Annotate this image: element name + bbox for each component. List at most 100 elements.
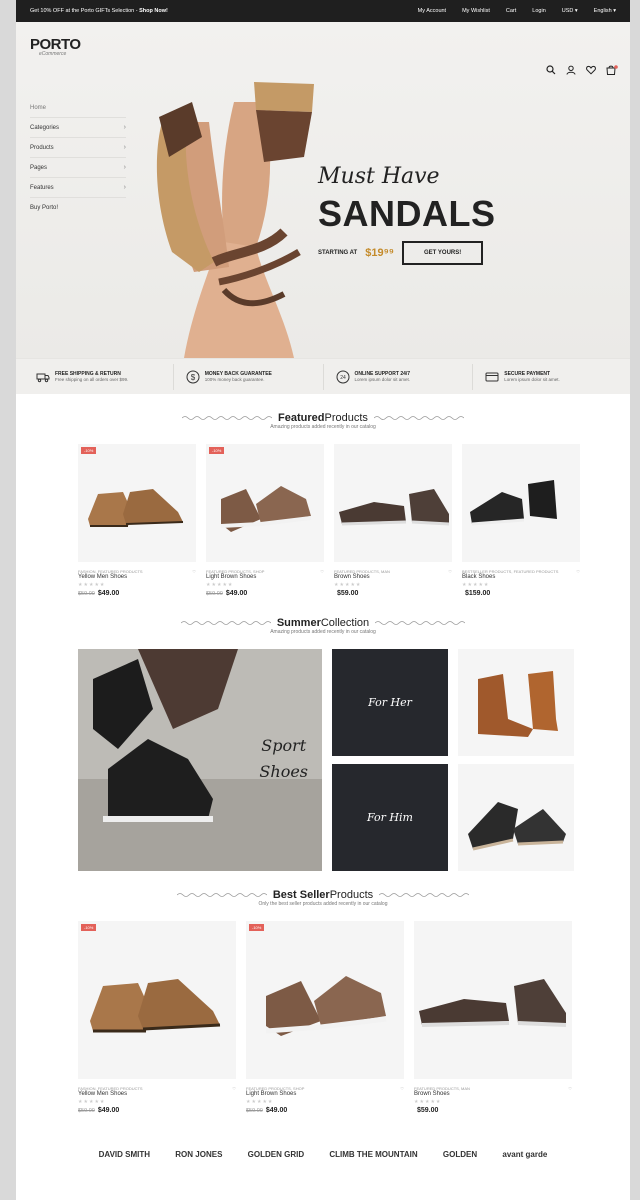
product-image[interactable]: -10% bbox=[78, 444, 196, 562]
product-name[interactable]: Brown Shoes bbox=[334, 574, 452, 580]
login-link[interactable]: Login bbox=[532, 8, 545, 14]
svg-text:24: 24 bbox=[340, 375, 346, 381]
product-card[interactable]: FEATURED PRODUCTS, MAN ♡ Brown Shoes ★★★★… bbox=[414, 921, 572, 1114]
heart-icon[interactable] bbox=[586, 62, 596, 75]
heart-icon[interactable]: ♡ bbox=[448, 569, 452, 574]
feature-secure-payment: SECURE PAYMENT Lorem ipsum dolor sit amet… bbox=[473, 364, 622, 390]
heart-icon[interactable]: ♡ bbox=[320, 569, 324, 574]
product-card[interactable]: -10% FASHION, FEATURED PRODUCTS ♡ Yellow … bbox=[78, 444, 196, 597]
product-name[interactable]: Yellow Men Shoes bbox=[78, 574, 196, 580]
menu-label: Pages bbox=[30, 164, 48, 171]
cart-icon[interactable] bbox=[606, 62, 618, 75]
wave-divider bbox=[379, 893, 470, 897]
menu-label: Products bbox=[30, 144, 54, 151]
brand-logo[interactable]: GOLDEN bbox=[443, 1150, 477, 1159]
product-card[interactable]: -10% FEATURED PRODUCTS, SHOP ♡ Light Brow… bbox=[246, 921, 404, 1114]
product-name[interactable]: Light Brown Shoes bbox=[206, 574, 324, 580]
for-him-tile[interactable]: For Him bbox=[332, 764, 448, 871]
brand-logo[interactable]: CLIMB THE MOUNTAIN bbox=[329, 1150, 417, 1159]
rating-stars: ★★★★★ bbox=[462, 582, 490, 588]
old-price: $59.00 bbox=[78, 591, 95, 597]
section-subtitle: Only the best seller products added rece… bbox=[258, 901, 388, 907]
current-price: $49.00 bbox=[97, 1107, 120, 1114]
best-seller-products: -10% FASHION, FEATURED PRODUCTS ♡ Yellow … bbox=[16, 921, 630, 1114]
current-price: $49.00 bbox=[97, 590, 120, 597]
cart-link[interactable]: Cart bbox=[506, 8, 516, 14]
product-card[interactable]: -10% FASHION, FEATURED PRODUCTS ♡ Yellow … bbox=[78, 921, 236, 1114]
hero-cta-row: STARTING AT $19⁹⁹ GET YOURS! bbox=[318, 241, 496, 265]
product-name[interactable]: Brown Shoes bbox=[414, 1091, 572, 1097]
wave-divider bbox=[180, 621, 271, 625]
product-card[interactable]: BESTSELLER PRODUCTS, FEATURED PRODUCTS ♡ … bbox=[462, 444, 580, 597]
shoes-text: Shoes bbox=[259, 761, 308, 781]
brand-logos: DAVID SMITH RON JONES GOLDEN GRID CLIMB … bbox=[16, 1134, 630, 1174]
discount-badge: -10% bbox=[249, 924, 265, 931]
product-image[interactable] bbox=[414, 921, 572, 1079]
product-image[interactable] bbox=[462, 444, 580, 562]
card-icon bbox=[485, 370, 499, 384]
heart-icon[interactable]: ♡ bbox=[400, 1086, 404, 1091]
sport-text: Sport bbox=[261, 736, 307, 755]
product-name[interactable]: Black Shoes bbox=[462, 574, 580, 580]
shop-now-link[interactable]: Shop Now! bbox=[139, 8, 168, 14]
product-image[interactable] bbox=[334, 444, 452, 562]
brand-logo[interactable]: avant garde bbox=[502, 1150, 547, 1159]
starting-at-label: STARTING AT bbox=[318, 250, 358, 256]
get-yours-button[interactable]: GET YOURS! bbox=[402, 241, 484, 265]
heading-bold: Summer bbox=[276, 617, 321, 629]
menu-item-categories[interactable]: Categories › bbox=[30, 118, 126, 138]
summer-collection: Sport Shoes For Her For Him bbox=[16, 649, 630, 871]
product-name[interactable]: Yellow Men Shoes bbox=[78, 1091, 236, 1097]
product-name[interactable]: Light Brown Shoes bbox=[246, 1091, 404, 1097]
product-price: $59.00 bbox=[414, 1107, 572, 1114]
brand-logo[interactable]: RON JONES bbox=[175, 1150, 222, 1159]
summer-right-column bbox=[458, 649, 574, 871]
my-account-link[interactable]: My Account bbox=[418, 8, 446, 14]
product-price: $59.00 $49.00 bbox=[78, 590, 196, 597]
promo-bar: Get 10% OFF at the Porto GIFTs Selection… bbox=[16, 0, 630, 22]
product-card[interactable]: -10% FEATURED PRODUCTS, SHOP ♡ Light Brow… bbox=[206, 444, 324, 597]
menu-label: Categories bbox=[30, 124, 60, 131]
product-image[interactable]: -10% bbox=[206, 444, 324, 562]
women-boots-tile[interactable] bbox=[458, 649, 574, 756]
feature-sub: Free shipping on all orders over $99. bbox=[55, 377, 129, 382]
for-her-tile[interactable]: For Her bbox=[332, 649, 448, 756]
current-price: $49.00 bbox=[265, 1107, 288, 1114]
my-wishlist-link[interactable]: My Wishlist bbox=[462, 8, 490, 14]
menu-item-buy-porto[interactable]: Buy Porto! bbox=[30, 198, 126, 218]
product-image[interactable]: -10% bbox=[246, 921, 404, 1079]
men-shoes-tile[interactable] bbox=[458, 764, 574, 871]
currency-select[interactable]: USD ▾ bbox=[562, 8, 578, 14]
rating-stars: ★★★★★ bbox=[334, 582, 362, 588]
product-card[interactable]: FEATURED PRODUCTS, MAN ♡ Brown Shoes ★★★★… bbox=[334, 444, 452, 597]
menu-item-features[interactable]: Features › bbox=[30, 178, 126, 198]
summer-middle-column: For Her For Him bbox=[332, 649, 448, 871]
menu-item-pages[interactable]: Pages › bbox=[30, 158, 126, 178]
old-price: $59.00 bbox=[206, 591, 223, 597]
logo[interactable]: PORTO eCommerce bbox=[30, 36, 81, 57]
heading-rest: Products bbox=[324, 412, 368, 424]
language-select[interactable]: English ▾ bbox=[594, 8, 616, 14]
menu-item-home[interactable]: Home bbox=[30, 98, 126, 118]
product-image[interactable]: -10% bbox=[78, 921, 236, 1079]
top-links: My Account My Wishlist Cart Login USD ▾ … bbox=[418, 8, 616, 14]
dollar-icon: $ bbox=[186, 370, 200, 384]
brand-logo[interactable]: GOLDEN GRID bbox=[248, 1150, 304, 1159]
menu-home-label: Home bbox=[30, 104, 47, 111]
feature-free-shipping: FREE SHIPPING & RETURN Free shipping on a… bbox=[24, 363, 174, 390]
heart-icon[interactable]: ♡ bbox=[576, 569, 580, 574]
heart-icon[interactable]: ♡ bbox=[192, 569, 196, 574]
featured-section-title: FeaturedProducts Amazing products added … bbox=[16, 412, 630, 430]
heart-icon[interactable]: ♡ bbox=[568, 1086, 572, 1091]
search-icon[interactable] bbox=[546, 62, 556, 75]
brand-logo[interactable]: DAVID SMITH bbox=[99, 1150, 150, 1159]
user-icon[interactable] bbox=[566, 62, 576, 75]
feature-money-back: $ MONEY BACK GUARANTEE 100% money back gu… bbox=[174, 363, 324, 390]
menu-item-products[interactable]: Products › bbox=[30, 138, 126, 158]
old-price: $59.00 bbox=[78, 1108, 95, 1114]
heading-rest: Products bbox=[329, 889, 374, 901]
section-heading: Best SellerProducts bbox=[16, 889, 630, 901]
heart-icon[interactable]: ♡ bbox=[232, 1086, 236, 1091]
sport-shoes-banner[interactable]: Sport Shoes bbox=[78, 649, 322, 871]
promo-message: Get 10% OFF at the Porto GIFTs Selection… bbox=[30, 8, 140, 14]
